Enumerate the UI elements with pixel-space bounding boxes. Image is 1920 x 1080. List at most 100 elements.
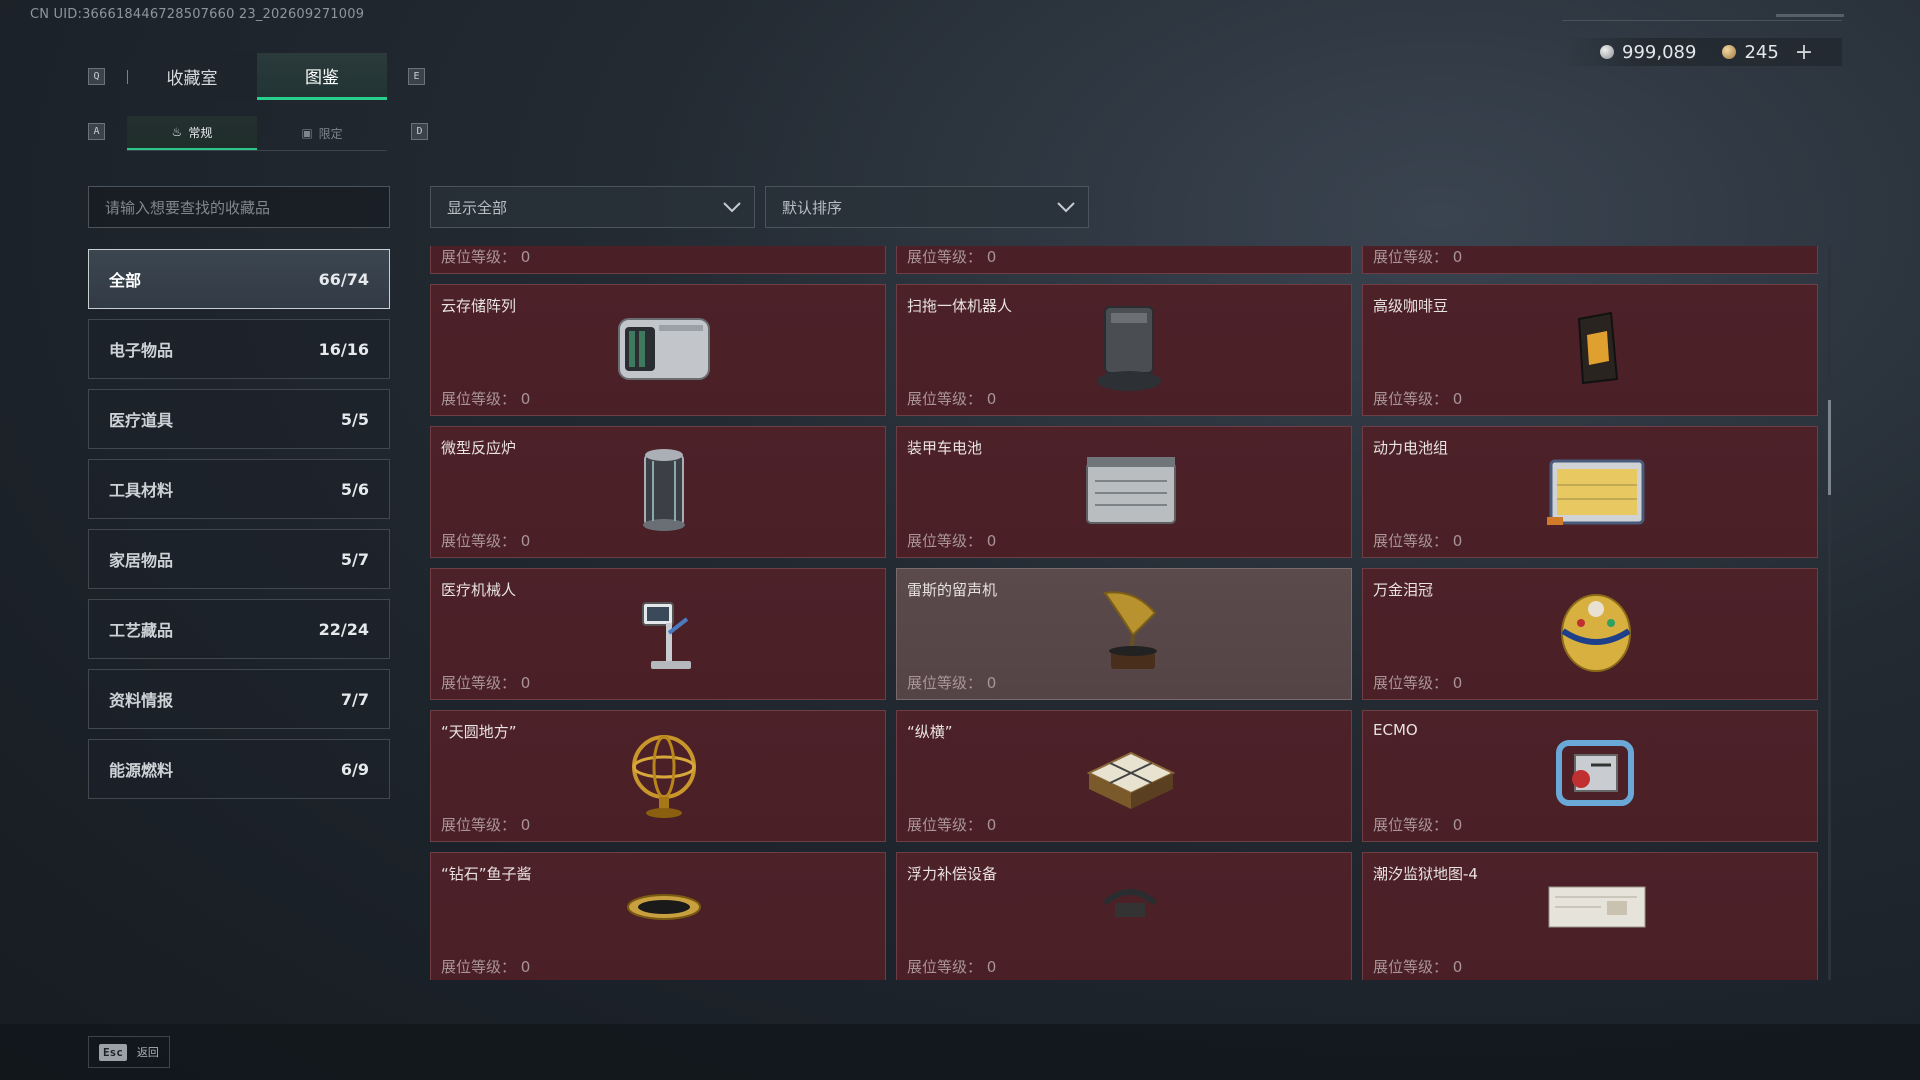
display-level-value: 0	[1452, 816, 1463, 834]
prev-subtab-key[interactable]: A	[88, 123, 105, 140]
collection-card[interactable]: “天圆地方” 展位等级： 0	[430, 710, 886, 842]
silver-coin-icon	[1600, 45, 1614, 59]
prev-tab-key[interactable]: Q	[88, 68, 105, 85]
item-name: “天圆地方”	[441, 723, 517, 741]
bcd-icon	[1103, 889, 1157, 917]
collection-card[interactable]: 装甲车电池展位等级： 0	[896, 426, 1352, 558]
sub-tabs: ♨ 常规 ▣ 限定	[127, 116, 387, 151]
collection-card[interactable]: 万金泪冠 展位等级： 0	[1362, 568, 1818, 700]
collection-card[interactable]: 微型反应炉展位等级： 0	[430, 426, 886, 558]
display-level-label: 展位等级：	[907, 532, 983, 550]
tab-catalog[interactable]: 图鉴	[257, 53, 387, 100]
subtab-regular[interactable]: ♨ 常规	[127, 116, 257, 150]
collection-card[interactable]: “纵横” 展位等级： 0	[896, 710, 1352, 842]
chevron-down-icon	[1057, 202, 1075, 213]
collection-card[interactable]: 便携终端机展位等级： 0	[896, 246, 1352, 274]
display-level: 展位等级： 0	[1373, 246, 1462, 267]
main-tabs: 收藏室 图鉴	[127, 53, 387, 100]
category-electronics[interactable]: 电子物品 16/16	[88, 319, 390, 379]
display-level: 展位等级： 0	[441, 246, 530, 267]
search-input[interactable]: 请输入想要查找的收藏品	[88, 186, 390, 228]
display-level: 展位等级： 0	[907, 246, 996, 267]
display-level: 展位等级： 0	[441, 814, 530, 835]
display-level-label: 展位等级：	[907, 390, 983, 408]
display-level-value: 0	[1452, 390, 1463, 408]
collection-card[interactable]: 动力电池组 展位等级： 0	[1362, 426, 1818, 558]
collection-card[interactable]: 云存储阵列 展位等级： 0	[430, 284, 886, 416]
item-name: “钻石”鱼子酱	[441, 865, 532, 883]
ecmo-icon	[1556, 740, 1634, 806]
category-count: 7/7	[340, 689, 369, 709]
item-name: 医疗机械人	[441, 581, 517, 599]
next-subtab-key[interactable]: D	[411, 123, 428, 140]
add-currency-button[interactable]: +	[1795, 40, 1813, 65]
collection-card[interactable]: 高级咖啡豆 展位等级： 0	[1362, 284, 1818, 416]
item-name: 微型反应炉	[441, 439, 517, 457]
display-level-value: 0	[1452, 674, 1463, 692]
category-count: 5/6	[340, 479, 369, 499]
collection-card[interactable]: 医疗机械人展位等级： 0	[430, 568, 886, 700]
display-level-label: 展位等级：	[907, 674, 983, 692]
display-level-label: 展位等级：	[907, 958, 983, 976]
category-tools[interactable]: 工具材料 5/6	[88, 459, 390, 519]
collection-card[interactable]: 扫拖一体机器人 展位等级： 0	[896, 284, 1352, 416]
filter-dropdown[interactable]: 显示全部	[430, 186, 755, 228]
picture-icon: ▣	[301, 126, 313, 140]
sort-dropdown[interactable]: 默认排序	[765, 186, 1089, 228]
category-energy[interactable]: 能源燃料 6/9	[88, 739, 390, 799]
display-level-label: 展位等级：	[441, 248, 517, 266]
display-level-label: 展位等级：	[441, 390, 517, 408]
subtab-limited[interactable]: ▣ 限定	[257, 116, 387, 150]
terminal-icon	[1075, 246, 1185, 257]
collection-card[interactable]: 强力吸尘器展位等级： 0	[1362, 246, 1818, 274]
collection-card[interactable]: 浮力补偿设备 展位等级： 0	[896, 852, 1352, 980]
category-all[interactable]: 全部 66/74	[88, 249, 390, 309]
armillary-icon	[632, 735, 696, 818]
category-count: 6/9	[340, 759, 369, 779]
collection-card[interactable]: ECMO 展位等级： 0	[1362, 710, 1818, 842]
collection-card[interactable]: 潮汐监狱地图-4 展位等级： 0	[1362, 852, 1818, 980]
top-divider	[1562, 20, 1842, 21]
display-level: 展位等级： 0	[907, 672, 996, 693]
fuel-can-icon	[609, 246, 719, 257]
scrollbar-track[interactable]	[1828, 246, 1831, 980]
category-count: 22/24	[318, 619, 369, 639]
display-level-value: 0	[520, 816, 531, 834]
category-label: 电子物品	[109, 341, 174, 360]
collection-card[interactable]: “钻石”鱼子酱 展位等级： 0	[430, 852, 886, 980]
display-level: 展位等级： 0	[907, 530, 996, 551]
subtab-limited-label: 限定	[318, 126, 343, 141]
category-intel[interactable]: 资料情报 7/7	[88, 669, 390, 729]
category-label: 医疗道具	[109, 411, 174, 430]
display-level-value: 0	[1452, 248, 1463, 266]
display-level: 展位等级： 0	[1373, 814, 1462, 835]
collection-card[interactable]: 天然燃料展位等级： 0	[430, 246, 886, 274]
display-level: 展位等级： 0	[441, 956, 530, 977]
flame-icon: ♨	[171, 125, 183, 139]
category-label: 全部	[109, 271, 142, 290]
item-name: 万金泪冠	[1373, 581, 1434, 599]
back-button[interactable]: Esc 返回	[88, 1036, 170, 1068]
coffee-bag-icon	[1577, 311, 1619, 385]
next-tab-key[interactable]: E	[408, 68, 425, 85]
item-name: 装甲车电池	[907, 439, 983, 457]
category-crafts[interactable]: 工艺藏品 22/24	[88, 599, 390, 659]
display-level-value: 0	[520, 248, 531, 266]
display-level-label: 展位等级：	[1373, 958, 1449, 976]
category-home[interactable]: 家居物品 5/7	[88, 529, 390, 589]
caviar-icon	[627, 894, 701, 920]
tab-collection-room[interactable]: 收藏室	[127, 53, 257, 100]
display-level-value: 0	[520, 390, 531, 408]
collection-card[interactable]: 雷斯的留声机 展位等级： 0	[896, 568, 1352, 700]
display-level-value: 0	[520, 674, 531, 692]
display-level: 展位等级： 0	[441, 530, 530, 551]
currency-bar: 999,089 245 +	[1564, 38, 1842, 66]
silver-amount: 999,089	[1622, 41, 1697, 63]
display-level-value: 0	[986, 532, 997, 550]
display-level-label: 展位等级：	[1373, 248, 1449, 266]
scrollbar-thumb[interactable]	[1828, 400, 1831, 495]
display-level-label: 展位等级：	[441, 674, 517, 692]
item-grid-viewport: 天然燃料展位等级： 0 便携终端机展位等级： 0 强力吸尘器展位等级： 0 云存储阵列…	[430, 246, 1825, 980]
category-medical[interactable]: 医疗道具 5/5	[88, 389, 390, 449]
chevron-down-icon	[723, 202, 741, 213]
